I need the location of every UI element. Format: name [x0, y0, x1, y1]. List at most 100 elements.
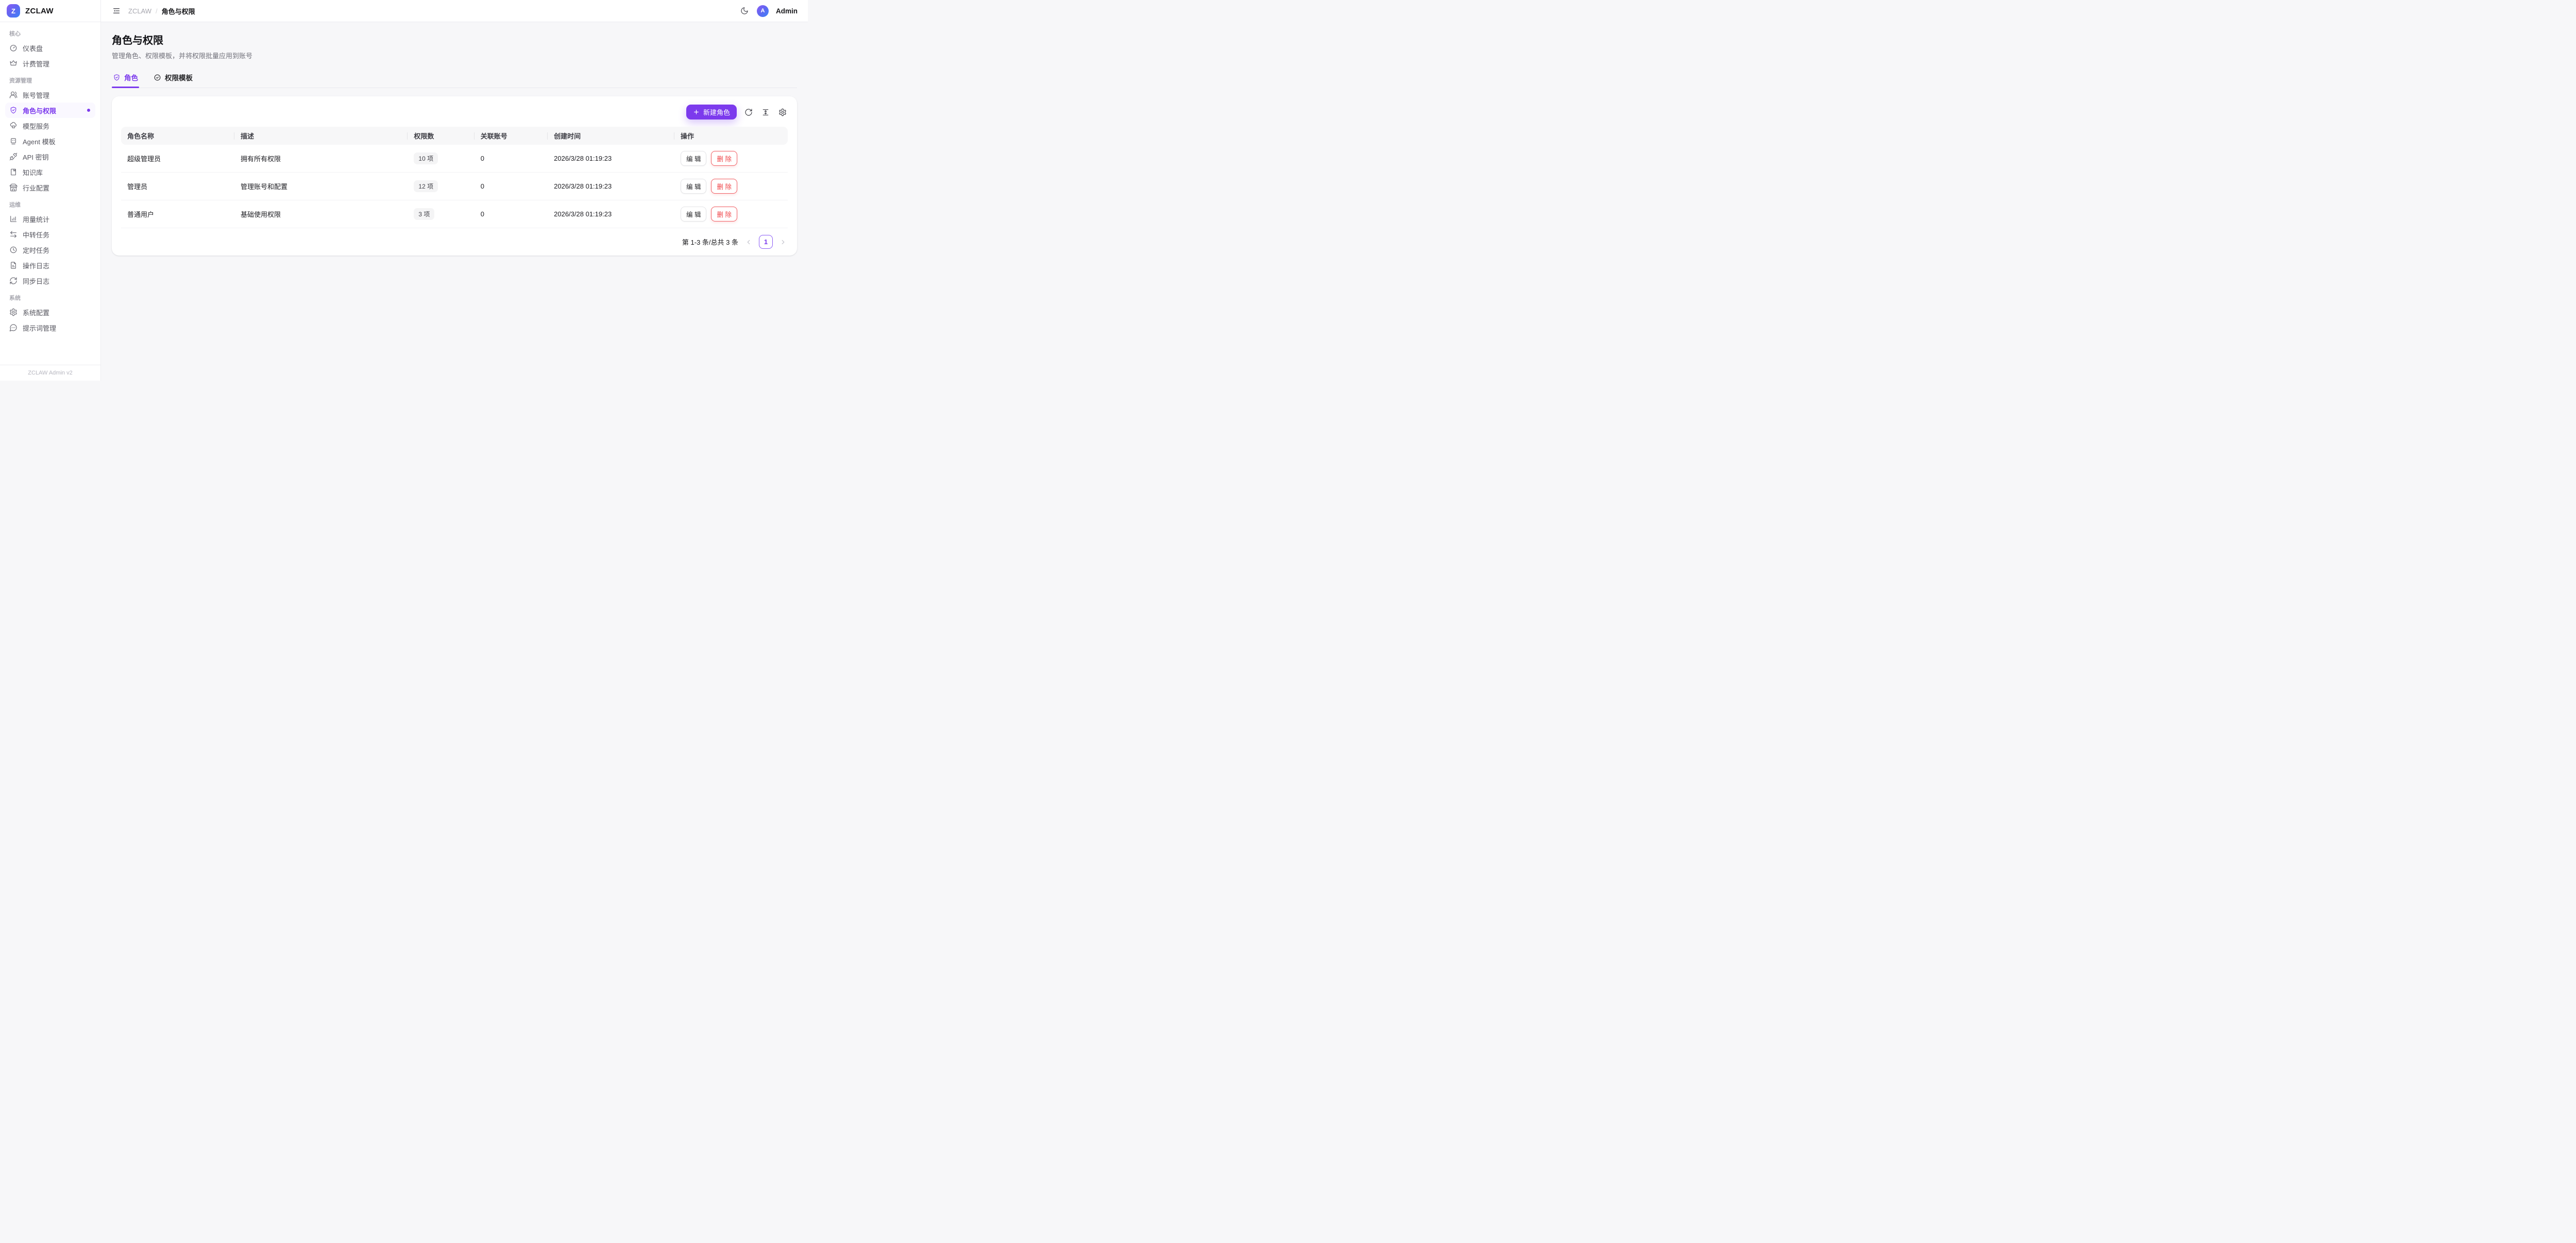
- permission-count-badge: 10 项: [414, 152, 438, 164]
- sidebar-item-label: 账号管理: [23, 90, 49, 100]
- prev-page-button[interactable]: [744, 237, 753, 247]
- nav-section-system: 系统: [5, 294, 95, 302]
- brand: Z ZCLAW: [0, 0, 100, 22]
- sidebar-item-industry-config[interactable]: 行业配置: [5, 180, 95, 195]
- gear-icon: [778, 108, 787, 116]
- sidebar-item-prompt-management[interactable]: 提示词管理: [5, 320, 95, 335]
- sidebar-item-label: 知识库: [23, 167, 43, 177]
- next-page-button[interactable]: [778, 237, 788, 247]
- store-icon: [9, 183, 18, 192]
- breadcrumb-root[interactable]: ZCLAW: [128, 7, 151, 15]
- tab-roles[interactable]: 角色: [112, 72, 139, 88]
- gauge-icon: [9, 44, 18, 52]
- moon-icon: [740, 7, 749, 15]
- delete-button[interactable]: 删 除: [711, 151, 737, 166]
- sidebar-item-usage-stats[interactable]: 用量统计: [5, 211, 95, 227]
- clock-icon: [9, 246, 18, 254]
- role-description: 管理账号和配置: [234, 173, 408, 200]
- page-1-button[interactable]: 1: [759, 235, 773, 249]
- row-density-button[interactable]: [760, 107, 771, 117]
- sidebar-item-operation-logs[interactable]: 操作日志: [5, 258, 95, 273]
- sidebar-item-model-services[interactable]: 模型服务: [5, 118, 95, 133]
- sidebar-item-label: 操作日志: [23, 261, 49, 270]
- refresh-icon: [744, 108, 753, 116]
- topbar: ZCLAW / 角色与权限 A Admin: [101, 0, 808, 22]
- linked-accounts: 0: [474, 173, 548, 200]
- tab-label: 角色: [124, 72, 138, 82]
- sidebar-item-label: API 密钥: [23, 152, 49, 162]
- edit-button[interactable]: 编 辑: [681, 151, 706, 166]
- roles-card: 新建角色: [112, 96, 797, 256]
- user-name: Admin: [776, 7, 798, 15]
- sidebar-item-relay-tasks[interactable]: 中转任务: [5, 227, 95, 242]
- table-row: 管理员 管理账号和配置 12 项 0 2026/3/28 01:19:23 编 …: [121, 173, 788, 200]
- sidebar-item-roles-permissions[interactable]: 角色与权限: [5, 103, 95, 118]
- nav-section-core: 核心: [5, 29, 95, 38]
- column-header-permission-count: 权限数: [408, 127, 474, 145]
- main-column: ZCLAW / 角色与权限 A Admin 角色与权限 管理角色、权限模板，并将…: [101, 0, 808, 381]
- breadcrumb: ZCLAW / 角色与权限: [128, 6, 195, 16]
- created-time: 2026/3/28 01:19:23: [548, 173, 674, 200]
- sidebar-item-knowledge-base[interactable]: 知识库: [5, 164, 95, 180]
- table-header-row: 角色名称 描述 权限数 关联账号 创建时间 操作: [121, 127, 788, 145]
- file-text-icon: [9, 261, 18, 269]
- permission-count-badge: 3 项: [414, 208, 434, 220]
- permission-count-badge: 12 项: [414, 180, 438, 192]
- sidebar-item-sync-logs[interactable]: 同步日志: [5, 273, 95, 288]
- delete-button[interactable]: 删 除: [711, 207, 737, 222]
- role-name: 管理员: [121, 173, 234, 200]
- card-toolbar: 新建角色: [121, 105, 788, 120]
- role-name: 普通用户: [121, 200, 234, 228]
- sidebar-item-scheduled-tasks[interactable]: 定时任务: [5, 242, 95, 258]
- sidebar-item-label: 角色与权限: [23, 106, 56, 115]
- topbar-right: A Admin: [739, 5, 798, 17]
- collapse-sidebar-icon: [112, 7, 121, 15]
- swap-arrows-icon: [9, 230, 18, 239]
- sidebar-item-label: Agent 模板: [23, 137, 56, 146]
- pagination-summary: 第 1-3 条/总共 3 条: [682, 237, 738, 247]
- tabs: 角色 权限模板: [112, 72, 797, 88]
- book-icon: [9, 168, 18, 176]
- tab-permission-templates[interactable]: 权限模板: [152, 72, 194, 88]
- sidebar-item-label: 中转任务: [23, 230, 49, 240]
- new-role-button[interactable]: 新建角色: [686, 105, 737, 120]
- brand-logo: Z: [7, 4, 20, 18]
- table-settings-button[interactable]: [777, 107, 788, 117]
- role-description: 基础使用权限: [234, 200, 408, 228]
- refresh-button[interactable]: [743, 107, 754, 117]
- sync-icon: [9, 277, 18, 285]
- column-header-description: 描述: [234, 127, 408, 145]
- edit-button[interactable]: 编 辑: [681, 179, 706, 194]
- sidebar-item-label: 系统配置: [23, 308, 49, 317]
- delete-button[interactable]: 删 除: [711, 179, 737, 194]
- active-indicator-dot: [87, 109, 90, 112]
- sidebar-item-label: 定时任务: [23, 245, 49, 255]
- edit-button[interactable]: 编 辑: [681, 207, 706, 222]
- created-time: 2026/3/28 01:19:23: [548, 200, 674, 228]
- sidebar-item-accounts[interactable]: 账号管理: [5, 87, 95, 103]
- sidebar-item-api-keys[interactable]: API 密钥: [5, 149, 95, 164]
- row-density-icon: [761, 108, 770, 116]
- sidebar: Z ZCLAW 核心 仪表盘 计费管理 资源管理 账号管理 角色与权限: [0, 0, 101, 381]
- created-time: 2026/3/28 01:19:23: [548, 145, 674, 173]
- plug-icon: [9, 152, 18, 161]
- users-icon: [9, 91, 18, 99]
- sidebar-item-label: 用量统计: [23, 214, 49, 224]
- sidebar-item-label: 模型服务: [23, 121, 49, 131]
- pagination: 第 1-3 条/总共 3 条 1: [121, 235, 788, 249]
- crown-icon: [9, 59, 18, 67]
- breadcrumb-separator: /: [156, 7, 158, 15]
- role-name: 超级管理员: [121, 145, 234, 173]
- sidebar-item-label: 仪表盘: [23, 43, 43, 53]
- sidebar-item-agent-templates[interactable]: Agent 模板: [5, 133, 95, 149]
- breadcrumb-current: 角色与权限: [162, 6, 195, 16]
- sidebar-item-system-config[interactable]: 系统配置: [5, 304, 95, 320]
- theme-toggle-button[interactable]: [739, 6, 750, 16]
- user-avatar[interactable]: A: [757, 5, 769, 17]
- sidebar-item-dashboard[interactable]: 仪表盘: [5, 40, 95, 56]
- sidebar-collapse-button[interactable]: [111, 6, 122, 16]
- circle-check-icon: [154, 74, 161, 81]
- row-actions: 编 辑 删 除: [681, 179, 782, 194]
- column-header-role-name: 角色名称: [121, 127, 234, 145]
- sidebar-item-billing[interactable]: 计费管理: [5, 56, 95, 71]
